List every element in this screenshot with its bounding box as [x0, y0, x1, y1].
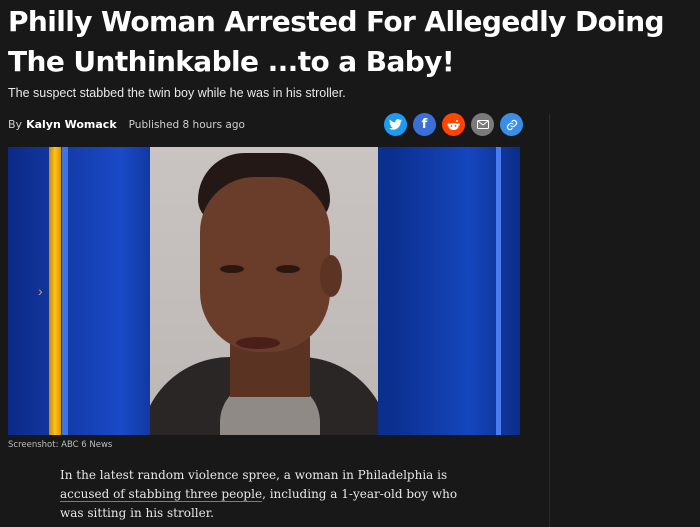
- email-share-button[interactable]: [471, 113, 494, 136]
- ear: [320, 255, 342, 297]
- face: [200, 177, 330, 352]
- chevron-right-icon: ›: [38, 283, 43, 299]
- article-headline: Philly Woman Arrested For Allegedly Doin…: [8, 5, 665, 78]
- blue-stripe: [62, 147, 68, 435]
- byline: By Kalyn Womack Published 8 hours ago: [8, 118, 245, 131]
- article-subtitle: The suspect stabbed the twin boy while h…: [8, 86, 346, 100]
- article-body-paragraph: In the latest random violence spree, a w…: [60, 466, 480, 523]
- copy-link-button[interactable]: [500, 113, 523, 136]
- author-link[interactable]: Kalyn Womack: [26, 118, 117, 131]
- byline-prefix: By: [8, 118, 23, 131]
- reddit-alien-icon: [447, 119, 460, 130]
- article-hero-image: ›: [8, 147, 520, 435]
- published-time: Published 8 hours ago: [128, 119, 245, 131]
- body-text-before-link: In the latest random violence spree, a w…: [60, 468, 448, 482]
- envelope-icon: [476, 120, 489, 129]
- right-eye: [276, 265, 300, 273]
- facebook-share-button[interactable]: f: [413, 113, 436, 136]
- share-bar: f: [384, 113, 523, 136]
- mouth: [236, 337, 280, 349]
- yellow-stripe: [49, 147, 61, 435]
- left-eye: [220, 265, 244, 273]
- twitter-share-button[interactable]: [384, 113, 407, 136]
- accused-link[interactable]: accused of stabbing three people: [60, 487, 263, 502]
- link-icon: [506, 119, 517, 130]
- image-caption: Screenshot: ABC 6 News: [8, 440, 113, 450]
- reddit-share-button[interactable]: [442, 113, 465, 136]
- mugshot-photo: [150, 147, 378, 435]
- twitter-bird-icon: [389, 119, 402, 130]
- blue-stripe-right: [496, 147, 501, 435]
- facebook-f-icon: f: [421, 117, 428, 132]
- sidebar-divider: [549, 114, 550, 527]
